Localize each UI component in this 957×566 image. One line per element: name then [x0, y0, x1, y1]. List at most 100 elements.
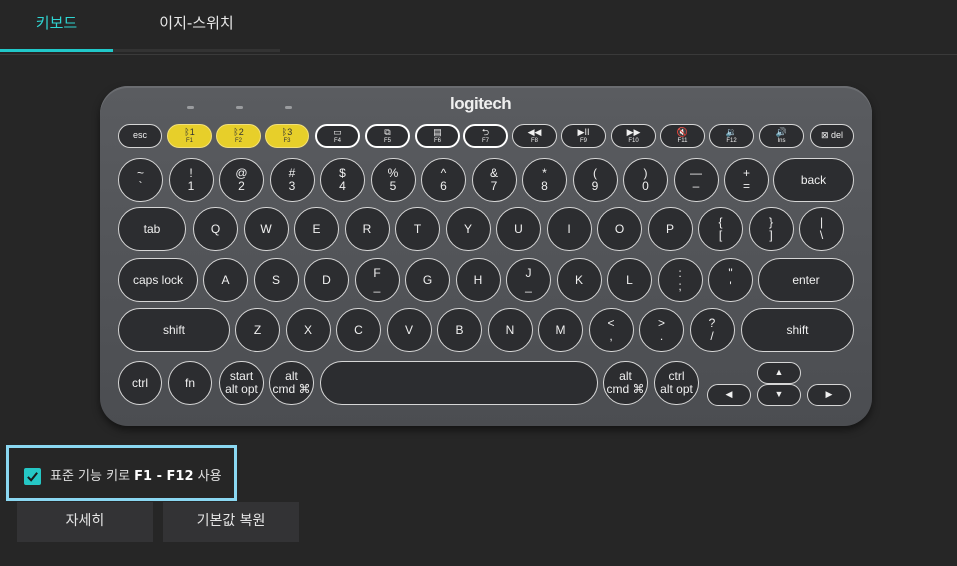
letter-key: B [437, 308, 482, 352]
restore-defaults-button[interactable]: 기본값 복원 [163, 502, 299, 542]
number-row-key-sublabel: 4 [339, 179, 346, 193]
fn-key: ᛒ1 F1 [167, 124, 212, 148]
fn-key-label: 🔊 [775, 127, 788, 138]
letter-key: | \ [799, 207, 844, 251]
letter-key-label: M [555, 322, 566, 337]
tab-key: tab [118, 207, 186, 251]
fn-key-sublabel: F10 [628, 137, 639, 144]
fn-key-label: esc [132, 130, 147, 141]
fn-key: 🔇 F11 [660, 124, 705, 148]
fn-key-label: ▤ [433, 127, 442, 138]
fn-key-sublabel: F5 [383, 137, 391, 144]
letter-key: V [386, 308, 432, 352]
details-button[interactable]: 자세히 [17, 502, 153, 542]
brand-logo: logitech [450, 94, 512, 113]
tab-keyboard[interactable]: 키보드 [0, 0, 113, 52]
enter-key: enter [758, 258, 854, 302]
number-row-key-sublabel: ` [138, 179, 143, 193]
letter-key-label: K [574, 272, 583, 287]
ctrl-key: ctrl [118, 361, 162, 405]
fn-key-sublabel: F11 [677, 137, 688, 144]
fn-key-label: ᛒ2 [233, 127, 244, 138]
shift-key: shift [118, 308, 230, 352]
fn-key-sublabel: F8 [530, 137, 538, 144]
ctrl-key: ctrl alt opt [654, 361, 699, 405]
tab-easy-switch[interactable]: 이지-스위치 [113, 0, 280, 52]
letter-key-label: U [514, 221, 523, 236]
led-indicator [236, 106, 243, 109]
alt-key-sublabel: cmd ⌘ [272, 382, 311, 396]
number-row-key-sublabel: 7 [490, 179, 498, 193]
fn-key-label: ⧉ [384, 127, 391, 138]
fn-key: ᛒ2 F2 [216, 124, 261, 148]
letter-key-label: P [665, 221, 674, 236]
letter-key-label: G [422, 272, 433, 287]
fn-key-label: 🔉 [725, 127, 738, 138]
letter-key-label: C [354, 322, 363, 337]
number-row-key-sublabel: 6 [440, 179, 447, 193]
tab-key-label: tab [143, 221, 161, 236]
number-row-key: & 7 [471, 158, 517, 202]
fn-key-sublabel: F9 [579, 137, 587, 144]
fn-modifier-key-label: fn [184, 375, 195, 390]
number-row-key-sublabel: – [692, 179, 700, 193]
letter-key: M [538, 308, 583, 352]
led-indicator [285, 106, 292, 109]
letter-key-sublabel: . [659, 329, 664, 343]
number-row-key: #3 [269, 158, 315, 202]
letter-key-label: I [567, 221, 571, 236]
fn-key: ᛒ3 F3 [265, 124, 309, 148]
letter-key-label: W [260, 221, 272, 236]
fn-key: 🔉 F12 [709, 124, 754, 148]
start-key-sublabel: alt opt [225, 382, 258, 396]
fn-key-label: ◀◀ [527, 127, 542, 138]
number-row-key: % 5 [370, 158, 416, 202]
letter-key-sublabel: ' [729, 279, 732, 293]
letter-key-sublabel: _ [525, 279, 532, 293]
letter-key: E [294, 207, 339, 251]
fn-key-label: ᛒ1 [184, 127, 195, 138]
letter-key-label: X [303, 322, 312, 337]
letter-key: " ' [708, 258, 753, 302]
letter-key: ? / [689, 308, 735, 352]
fn-key-label: ▭ [333, 127, 342, 138]
fn-key-label: ⊠ del [820, 130, 844, 141]
spacebar-key [320, 361, 598, 405]
letter-key: {[ [698, 207, 743, 251]
letter-key-label: L [626, 272, 633, 287]
letter-key-label: S [271, 272, 280, 287]
fn-key-label: 🔇 [676, 127, 689, 138]
number-row-key-sublabel: = [742, 179, 750, 193]
fn-key: ▶II F9 [561, 124, 606, 148]
ctrl-key-sublabel: alt opt [660, 382, 693, 396]
fn-key-label: ⮌ [481, 127, 490, 138]
fn-key: ⮌ F7 [463, 124, 508, 148]
shift-key-label: shift [786, 322, 809, 337]
fn-key-sublabel: Ins [777, 137, 786, 144]
letter-key: F _ [354, 258, 400, 302]
number-row-key-sublabel: 5 [389, 179, 397, 193]
letter-key-label: N [505, 322, 515, 337]
number-row-key-sublabel: 2 [238, 179, 245, 193]
letter-key-label: T [413, 221, 422, 236]
backspace-key-label: back [800, 172, 827, 187]
letter-key: W [243, 207, 289, 251]
letter-key: Y [445, 207, 491, 251]
letter-key-label: V [404, 322, 413, 337]
standard-fkeys-checkbox[interactable] [24, 468, 41, 485]
fn-modifier-key: fn [168, 361, 212, 405]
fn-key-sublabel: F1 [185, 137, 193, 144]
start-key: start alt opt [219, 361, 264, 405]
tab-bar: 키보드 이지-스위치 [0, 0, 957, 55]
number-row-key: ) 0 [623, 158, 668, 202]
fn-key: ▤ F6 [415, 124, 460, 148]
fn-key-label: ▶▶ [626, 127, 641, 138]
fn-key: ▶▶ F10 [611, 124, 656, 148]
letter-key-label: A [221, 272, 230, 287]
alt-key: alt cmd ⌘ [269, 361, 314, 405]
fn-key: ◀◀ F8 [512, 124, 557, 148]
alt-key-sublabel: cmd ⌘ [606, 382, 645, 396]
letter-key: <, [588, 308, 634, 352]
letter-key: P [647, 207, 693, 251]
fn-key-sublabel: F7 [481, 137, 489, 144]
